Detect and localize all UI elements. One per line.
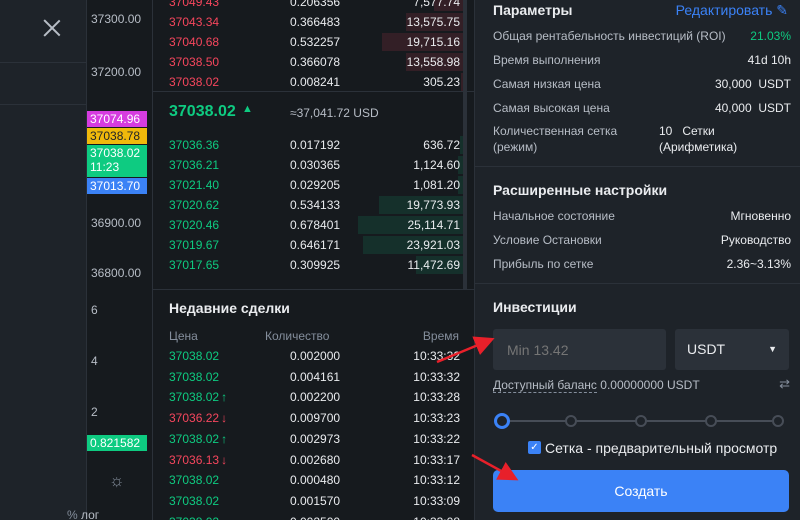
annotation-arrows	[436, 336, 519, 481]
annotation-arrow	[471, 453, 519, 481]
annotation-arrow	[436, 336, 495, 364]
